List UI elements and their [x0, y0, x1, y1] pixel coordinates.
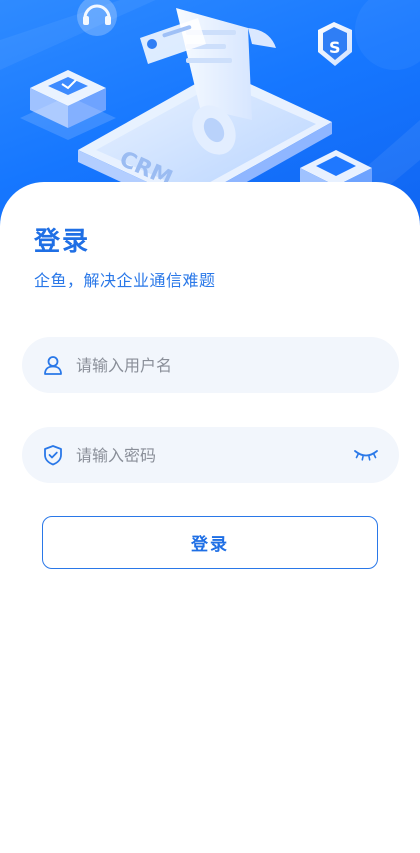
- username-input[interactable]: [74, 344, 379, 386]
- shield-check-icon: [42, 444, 64, 466]
- shield-badge: S: [318, 22, 352, 66]
- login-button[interactable]: 登录: [42, 516, 378, 569]
- eye-closed-icon[interactable]: [353, 447, 379, 463]
- page-subtitle: 企鱼，解决企业通信难题: [34, 271, 216, 290]
- shield-letter: S: [329, 38, 341, 57]
- password-input[interactable]: [74, 434, 353, 476]
- page-title: 登录: [34, 227, 91, 257]
- username-field[interactable]: [22, 337, 399, 393]
- cube-left: [20, 70, 116, 140]
- login-screen: CRM S 登录 企鱼，解决企业通信难题 请输入用户名 登录: [0, 0, 420, 853]
- user-icon: [42, 354, 64, 376]
- password-field[interactable]: [22, 427, 399, 483]
